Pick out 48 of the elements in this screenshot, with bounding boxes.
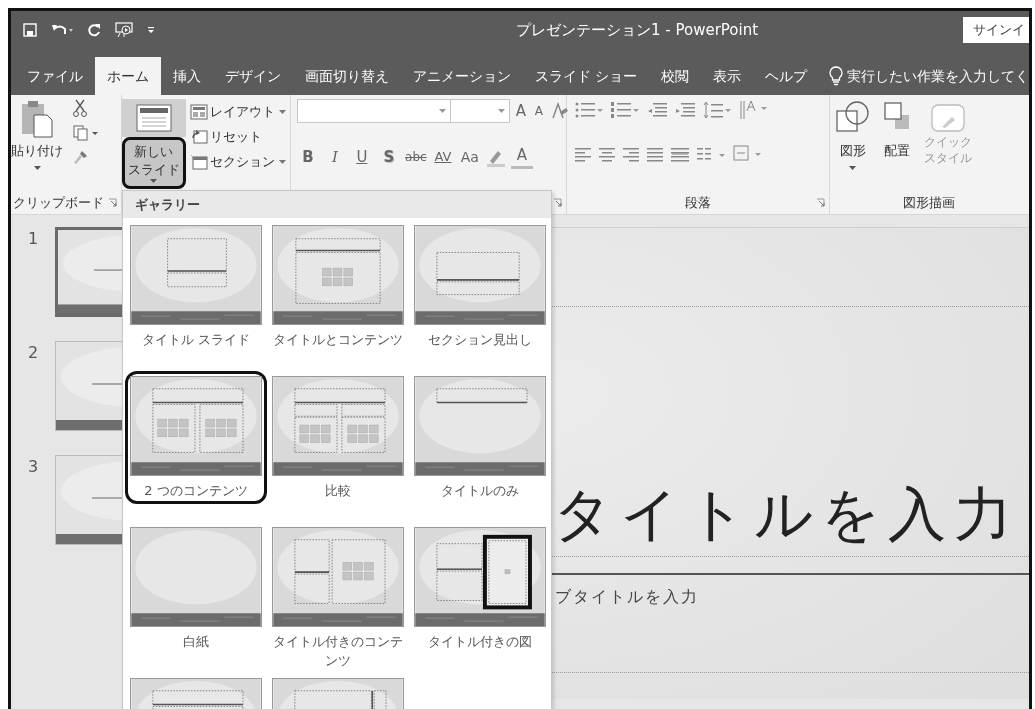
- ribbon-tab[interactable]: アニメーション: [401, 57, 523, 95]
- slide-subtitle: ブタイトルを入力: [555, 586, 699, 608]
- font-color-button[interactable]: A: [510, 145, 533, 169]
- ribbon-tab[interactable]: 表示: [701, 57, 754, 95]
- ribbon-tab[interactable]: 画面切り替え: [293, 57, 401, 95]
- ribbon-command[interactable]: セクション: [189, 149, 286, 174]
- ribbon-tab[interactable]: ヘルプ: [753, 57, 820, 95]
- paste-button[interactable]: 貼り付け: [11, 99, 63, 192]
- group-label: 段落: [684, 193, 711, 212]
- slide-number: 1: [26, 228, 40, 250]
- decrease-font-button[interactable]: A: [531, 99, 546, 123]
- layout-option[interactable]: 比較: [267, 371, 409, 504]
- layout-option[interactable]: タイトル付きのコンテンツ: [267, 522, 409, 674]
- window-title: プレゼンテーション1 - PowerPoint: [516, 19, 759, 41]
- ribbon-command[interactable]: リセット: [189, 124, 286, 149]
- underline-button[interactable]: U: [350, 145, 373, 169]
- ribbon-tab[interactable]: デザイン: [213, 57, 293, 95]
- shadow-button[interactable]: S: [377, 145, 400, 169]
- slide-title: タイトルを入力: [553, 480, 1020, 551]
- layout-option[interactable]: タイトル スライド: [125, 220, 267, 353]
- ribbon-tab[interactable]: スライド ショー: [523, 57, 650, 95]
- increase-font-button[interactable]: A: [513, 99, 528, 123]
- bold-button[interactable]: B: [296, 145, 319, 169]
- gallery-header: ギャラリー: [123, 191, 551, 218]
- shapes-button[interactable]: 図形: [829, 99, 876, 192]
- ribbon-command[interactable]: レイアウト: [189, 99, 286, 124]
- sign-in-button[interactable]: サインイ: [963, 17, 1029, 43]
- layout-option[interactable]: タイトルのみ: [409, 371, 551, 504]
- layout-option[interactable]: タイトル付きの図: [409, 522, 551, 655]
- slide-number: 3: [26, 456, 40, 478]
- layout-option[interactable]: セクション見出し: [409, 220, 551, 353]
- layout-option[interactable]: 白紙: [125, 522, 267, 655]
- slide-number: 2: [26, 342, 40, 364]
- arrange-button[interactable]: 配置: [875, 99, 918, 192]
- tell-me-field[interactable]: 実行したい作業を入力してく: [847, 65, 1029, 87]
- new-slide-button[interactable]: 新しい スライド: [121, 137, 186, 189]
- spacing-button[interactable]: AV: [431, 145, 454, 169]
- layout-option[interactable]: 2 つのコンテンツ: [125, 371, 267, 504]
- case-button[interactable]: Aa: [458, 145, 481, 169]
- group-label: 図形描画: [903, 193, 956, 212]
- group-label: クリップボード: [13, 193, 104, 212]
- italic-button[interactable]: I: [323, 145, 346, 169]
- ribbon-tab[interactable]: 校閲: [649, 57, 702, 95]
- layout-option[interactable]: タイトルとコンテンツ: [267, 220, 409, 353]
- ribbon-tab[interactable]: ファイル: [15, 57, 95, 95]
- ribbon-tab[interactable]: 挿入: [161, 57, 213, 95]
- strike-button[interactable]: abc: [404, 145, 427, 169]
- ribbon-tab[interactable]: ホーム: [95, 57, 161, 95]
